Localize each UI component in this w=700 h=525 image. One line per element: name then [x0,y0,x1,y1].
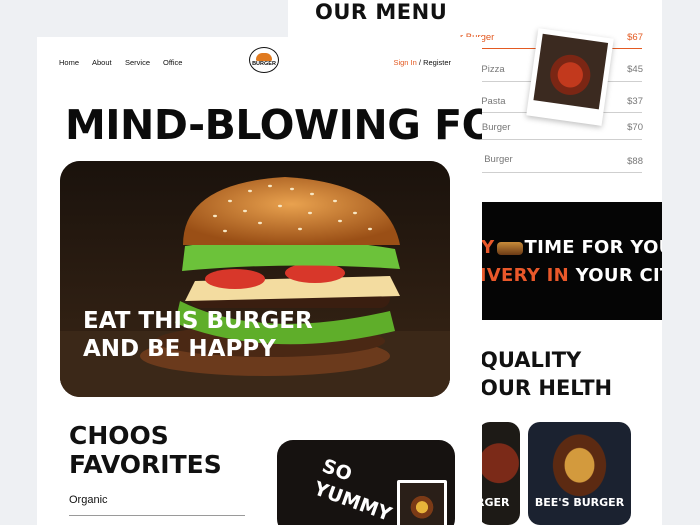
favorites-heading-line: FAVORITES [69,450,222,479]
favorites-item[interactable]: Organic [69,494,108,506]
menu-item-price: $67 [627,32,643,43]
product-card-label: BEE'S BURGER [534,496,625,509]
promo-text: SO YUMMY [311,454,403,525]
nav-home[interactable]: Home [59,58,79,67]
menu-divider [455,172,642,173]
menu-title: OUR MENU [315,0,448,24]
burger-icon [256,53,272,61]
burger-photo [526,28,614,126]
banner-text-accent: LIVERY IN [468,265,570,286]
favorites-heading-line: CHOOS [69,421,169,450]
product-card-label: RGER [478,496,510,509]
delivery-banner: RYTIME FOR YOU LIVERY IN YOUR CITY [468,202,662,320]
product-card[interactable]: BEE'S BURGER [528,422,631,525]
promo-card[interactable]: SO YUMMY [277,440,455,525]
hero-tagline: EAT THIS BURGER AND BE HAPPY [83,307,313,363]
nav-office[interactable]: Office [163,58,182,67]
menu-item-price: $37 [627,96,643,107]
quality-line: QUALITY [480,348,582,372]
menu-item-price: $70 [627,122,643,133]
product-card[interactable]: RGER [478,422,520,525]
quality-heading: QUALITY OUR HELTH [480,346,612,402]
hero-image: EAT THIS BURGER AND BE HAPPY [60,161,450,397]
favorites-divider [69,515,245,516]
burger-photo [397,480,447,525]
nav-about[interactable]: About [92,58,112,67]
hero-tagline-line: EAT THIS BURGER [83,308,313,334]
menu-divider [455,139,642,140]
banner-text: YOUR CITY [575,265,662,286]
menu-item-price: $45 [627,64,643,75]
menu-item-price: $88 [627,156,643,167]
logo-text: BURGER [252,61,276,67]
nav-service[interactable]: Service [125,58,150,67]
brand-logo[interactable]: BURGER [249,47,279,73]
home-page: Home About Service Office BURGER Sign In… [37,37,482,525]
banner-text: TIME FOR YOU [524,237,662,258]
register-link[interactable]: Register [423,58,451,67]
favorites-heading: CHOOS FAVORITES [69,421,222,479]
quality-line: OUR HELTH [480,376,613,400]
hero-tagline-line: AND BE HAPPY [83,336,276,362]
sign-in-link[interactable]: Sign In [393,58,416,67]
hero-headline: MIND-BLOWING FOOD [65,101,482,149]
burger-icon [496,241,523,255]
auth-links: Sign In / Register [393,58,451,67]
